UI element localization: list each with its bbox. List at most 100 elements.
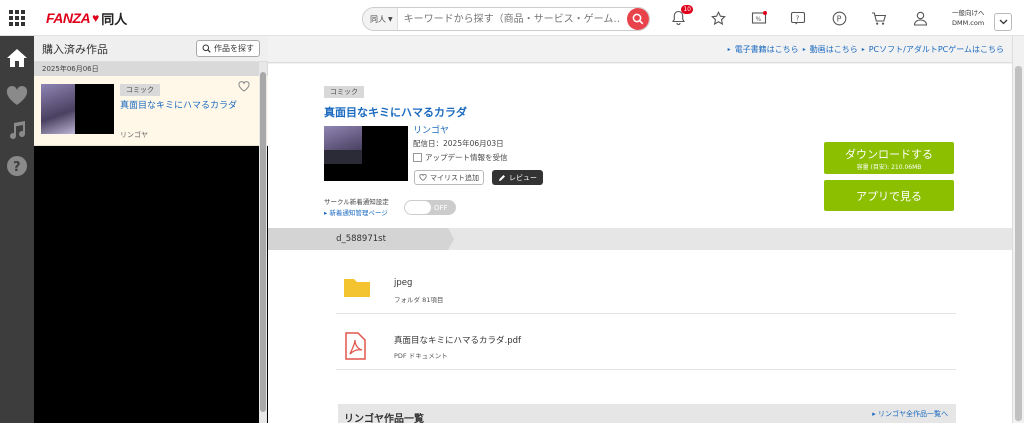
panel-header: 購入済み作品 作品を探す: [34, 36, 268, 62]
open-in-app-button[interactable]: アプリで見る: [824, 180, 954, 211]
chevron-down-icon: [999, 19, 1007, 25]
download-size: 容量 (目安): 210.06MB: [856, 163, 922, 171]
user-icon: [913, 11, 927, 26]
video-link[interactable]: 動画はこちら: [810, 44, 858, 55]
svg-text:P: P: [836, 14, 841, 23]
work-detail-card: コミック 真面目なキミにハマるカラダ リンゴヤ 配信日：2025年06月03日 …: [268, 64, 1012, 425]
rail-favorites[interactable]: [5, 84, 29, 108]
app-grid-icon[interactable]: [9, 10, 25, 26]
search-icon: [202, 44, 211, 53]
main-scrollbar[interactable]: [1012, 36, 1024, 423]
circle-notify-label: サークル新着通知設定: [324, 198, 389, 206]
purchased-panel: 購入済み作品 作品を探す 2025年06月06日 コミック 真面目なキミにハマる…: [34, 36, 268, 423]
review-button[interactable]: レビュー: [492, 170, 543, 185]
logo-sub: 同人: [101, 11, 128, 27]
file-name: jpeg: [394, 278, 413, 288]
general-site-link[interactable]: 一般向けへ DMM.com: [952, 8, 985, 28]
purchased-item[interactable]: コミック 真面目なキミにハマるカラダ リンゴヤ: [34, 76, 268, 146]
cross-links: ▸ 電子書籍はこちら ▸ 動画はこちら ▸ PCソフト/アダルトPCゲームはこち…: [268, 36, 1012, 63]
main-scroll-thumb[interactable]: [1015, 66, 1022, 421]
file-path-bar: d_588971st: [268, 228, 1012, 250]
toggle-knob: [405, 201, 431, 214]
path-label: d_588971st: [336, 234, 386, 244]
chevron-right-icon: ▸: [861, 45, 865, 53]
search-button[interactable]: [627, 8, 649, 30]
chevron-down-icon: ▼: [388, 15, 393, 23]
help-icon: ?: [7, 156, 27, 176]
favorites-button[interactable]: [708, 8, 728, 28]
points-button[interactable]: P: [829, 8, 849, 28]
detail-thumbnail[interactable]: [324, 126, 408, 181]
all-works-label: リンゴヤ全作品一覧へ: [878, 410, 948, 418]
circle-notify-setting: サークル新着通知設定 ▸ 新着通知管理ページ: [324, 197, 389, 219]
folder-icon: [344, 279, 370, 297]
checkbox-box[interactable]: [413, 153, 422, 162]
rail-music[interactable]: [5, 118, 29, 142]
find-works-button[interactable]: 作品を探す: [196, 40, 260, 57]
question-bubble-icon: ?: [790, 11, 806, 24]
all-works-link[interactable]: ▸ リンゴヤ全作品一覧へ: [872, 409, 948, 419]
item-genre: コミック: [120, 84, 160, 96]
logo-brand: FANZA: [46, 10, 91, 26]
chevron-right-icon: ▸: [802, 45, 806, 53]
top-header: FANZA ♥ 同人 同人 ▼ 10 %: [0, 0, 1024, 36]
mylist-label: マイリスト追加: [430, 173, 479, 182]
pdf-icon: [345, 332, 366, 360]
file-row-pdf[interactable]: 真面目なキミにハマるカラダ.pdf PDF ドキュメント: [336, 320, 956, 370]
cart-icon: [872, 11, 887, 25]
circle-notify-toggle[interactable]: OFF: [404, 200, 456, 215]
file-meta: PDF ドキュメント: [394, 352, 448, 360]
detail-genre: コミック: [324, 86, 364, 98]
star-icon: [710, 10, 726, 25]
notification-button[interactable]: 10: [668, 5, 693, 28]
coupon-button[interactable]: %: [749, 8, 769, 28]
pcgame-link[interactable]: PCソフト/アダルトPCゲームはこちら: [869, 44, 1004, 55]
notification-badge: 10: [681, 5, 693, 14]
release-date: 配信日：2025年06月03日: [413, 139, 504, 148]
heart-outline-icon[interactable]: [238, 81, 250, 92]
file-meta: フォルダ 81項目: [394, 296, 444, 304]
panel-scrollbar[interactable]: [259, 62, 267, 423]
help-chat-button[interactable]: ?: [788, 8, 808, 28]
purchase-date: 2025年06月06日: [34, 62, 268, 76]
update-checkbox[interactable]: アップデート情報を受信: [413, 152, 508, 163]
item-author: リンゴヤ: [120, 131, 148, 139]
logo-heart-icon: ♥: [92, 11, 100, 25]
heart-outline-icon: [419, 174, 427, 181]
cart-button[interactable]: [869, 8, 889, 28]
path-crumb[interactable]: d_588971st: [268, 228, 454, 250]
search-category-select[interactable]: 同人 ▼: [363, 8, 398, 30]
notify-manage-label: 新着通知管理ページ: [329, 209, 388, 217]
file-row-folder[interactable]: jpeg フォルダ 81項目: [336, 264, 956, 314]
rail-home[interactable]: [5, 46, 29, 70]
add-mylist-button[interactable]: マイリスト追加: [414, 170, 484, 185]
notify-manage-link[interactable]: ▸ 新着通知管理ページ: [324, 208, 389, 219]
find-works-label: 作品を探す: [214, 44, 254, 53]
general-site-label: 一般向けへ: [952, 9, 985, 17]
svg-text:?: ?: [13, 160, 21, 175]
detail-title[interactable]: 真面目なキミにハマるカラダ: [324, 104, 467, 120]
fanza-logo[interactable]: FANZA ♥ 同人: [46, 8, 127, 28]
home-icon: [7, 49, 27, 67]
review-label: レビュー: [509, 173, 537, 182]
download-button[interactable]: ダウンロードする 容量 (目安): 210.06MB: [824, 142, 954, 174]
rail-help[interactable]: ?: [5, 154, 29, 178]
panel-scroll-thumb[interactable]: [260, 72, 266, 412]
ebook-link[interactable]: 電子書籍はこちら: [735, 44, 799, 55]
update-label: アップデート情報を受信: [425, 153, 508, 162]
left-rail: ?: [0, 36, 34, 423]
search-input[interactable]: [397, 8, 627, 30]
site-switch-button[interactable]: [994, 13, 1012, 31]
svg-text:%: %: [756, 16, 762, 23]
points-icon: P: [832, 11, 846, 25]
heart-icon: [6, 86, 28, 105]
chevron-right-icon: ▸: [727, 45, 731, 53]
pencil-icon: [499, 174, 505, 181]
detail-author-link[interactable]: リンゴヤ: [413, 123, 449, 136]
coupon-icon: %: [751, 11, 767, 24]
dmm-label: DMM.com: [952, 19, 985, 27]
download-label: ダウンロードする: [845, 147, 933, 161]
main-area: ▸ 電子書籍はこちら ▸ 動画はこちら ▸ PCソフト/アダルトPCゲームはこち…: [268, 36, 1012, 425]
item-thumbnail: [41, 84, 114, 134]
account-button[interactable]: [910, 8, 930, 28]
